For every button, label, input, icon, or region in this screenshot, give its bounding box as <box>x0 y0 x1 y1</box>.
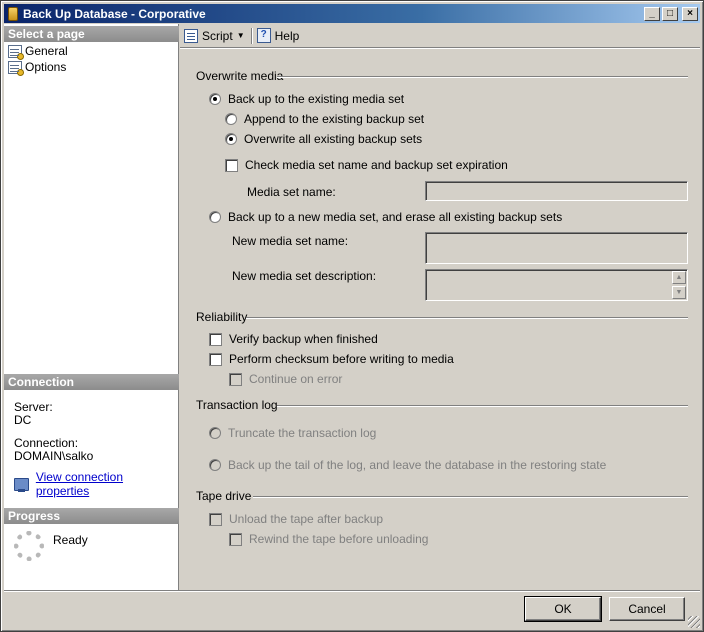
radio-backup-tail-of-log[interactable]: Back up the tail of the log, and leave t… <box>209 458 606 472</box>
new-media-set-name-input[interactable] <box>425 232 688 264</box>
new-media-set-description-label: New media set description: <box>232 269 377 283</box>
group-divider <box>277 405 688 407</box>
new-media-set-name-label: New media set name: <box>232 234 349 248</box>
resize-grip-icon[interactable] <box>688 616 700 628</box>
toolbar-separator <box>250 27 252 44</box>
tape-drive-header: Tape drive <box>196 489 252 503</box>
radio-button-icon[interactable] <box>209 211 221 223</box>
chevron-down-icon[interactable]: ▼ <box>237 31 245 40</box>
media-set-name-label: Media set name: <box>247 185 336 199</box>
checkbox-icon[interactable] <box>225 158 238 172</box>
radio-overwrite-backup-sets[interactable]: Overwrite all existing backup sets <box>225 132 422 146</box>
group-divider <box>246 317 688 319</box>
script-button[interactable]: Script ▼ <box>184 28 245 43</box>
radio-button-icon[interactable] <box>209 93 221 105</box>
radio-label: Append to the existing backup set <box>244 112 425 126</box>
server-label: Server: <box>14 400 53 414</box>
checkbox-continue-on-error[interactable]: Continue on error <box>229 372 342 386</box>
checkbox-icon[interactable] <box>209 332 222 346</box>
group-divider <box>277 76 688 78</box>
radio-label: Overwrite all existing backup sets <box>244 132 423 146</box>
checkbox-check-media-set-name[interactable]: Check media set name and backup set expi… <box>225 158 508 172</box>
page-item-label: General <box>25 44 68 58</box>
radio-label: Back up to the existing media set <box>228 92 405 106</box>
checkbox-label: Verify backup when finished <box>229 332 378 346</box>
scroll-up-icon[interactable]: ▲ <box>672 271 686 284</box>
script-label: Script <box>202 28 233 43</box>
checkbox-icon[interactable] <box>229 532 242 546</box>
radio-button-icon[interactable] <box>209 459 221 471</box>
radio-button-icon[interactable] <box>225 113 237 125</box>
page-settings-icon <box>8 60 24 76</box>
radio-append-backup-set[interactable]: Append to the existing backup set <box>225 112 424 126</box>
new-media-set-description-input[interactable]: ▲ ▼ <box>425 269 688 301</box>
checkbox-rewind-tape[interactable]: Rewind the tape before unloading <box>229 532 428 546</box>
radio-label: Truncate the transaction log <box>228 426 377 440</box>
group-divider <box>253 496 688 498</box>
reliability-header: Reliability <box>196 310 248 324</box>
overwrite-media-header: Overwrite media <box>196 69 284 83</box>
progress-header: Progress <box>4 508 179 524</box>
toolbar: Script ▼ Help <box>180 24 700 48</box>
left-panel: Select a page General Options Connection… <box>4 24 179 590</box>
minimize-button[interactable]: _ <box>644 6 660 21</box>
server-value: DC <box>14 413 32 427</box>
select-page-header: Select a page <box>4 26 179 42</box>
radio-button-icon[interactable] <box>209 427 221 439</box>
script-icon <box>184 28 198 43</box>
help-label: Help <box>274 28 300 43</box>
checkbox-label: Continue on error <box>249 372 343 386</box>
radio-label: Back up to a new media set, and erase al… <box>228 210 563 224</box>
page-item-general[interactable]: General <box>8 43 68 60</box>
maximize-button[interactable]: □ <box>662 6 678 21</box>
checkbox-icon[interactable] <box>209 352 222 366</box>
checkbox-unload-tape[interactable]: Unload the tape after backup <box>209 512 383 526</box>
cancel-button[interactable]: Cancel <box>609 597 685 621</box>
checkbox-label: Unload the tape after backup <box>229 512 384 526</box>
checkbox-label: Check media set name and backup set expi… <box>245 158 508 172</box>
ok-button[interactable]: OK <box>524 596 602 622</box>
checkbox-label: Perform checksum before writing to media <box>229 352 454 366</box>
view-connection-properties-label: View connection properties <box>35 470 124 498</box>
page-item-label: Options <box>25 60 67 74</box>
checkbox-icon[interactable] <box>209 512 222 526</box>
backup-database-dialog: Back Up Database - Corporative _ □ × Sel… <box>0 0 704 632</box>
page-settings-icon <box>8 44 24 60</box>
checkbox-icon[interactable] <box>229 372 242 386</box>
checkbox-perform-checksum[interactable]: Perform checksum before writing to media <box>209 352 454 366</box>
radio-new-media-set[interactable]: Back up to a new media set, and erase al… <box>209 210 562 224</box>
page-item-options[interactable]: Options <box>8 59 67 76</box>
radio-button-icon[interactable] <box>225 133 237 145</box>
help-icon <box>256 28 271 43</box>
progress-spinner-icon <box>14 531 44 561</box>
checkbox-verify-backup[interactable]: Verify backup when finished <box>209 332 378 346</box>
connection-label: Connection: <box>14 436 79 450</box>
database-icon <box>8 6 18 21</box>
transaction-log-header: Transaction log <box>196 398 278 412</box>
footer-divider <box>4 590 700 592</box>
radio-truncate-log[interactable]: Truncate the transaction log <box>209 426 376 440</box>
scrollbar[interactable]: ▲ ▼ <box>672 271 686 299</box>
title-bar[interactable]: Back Up Database - Corporative _ □ × <box>4 4 700 23</box>
connection-properties-icon <box>14 477 29 492</box>
help-button[interactable]: Help <box>256 28 300 43</box>
radio-label: Back up the tail of the log, and leave t… <box>228 458 607 472</box>
connection-header: Connection <box>4 374 179 390</box>
radio-existing-media-set[interactable]: Back up to the existing media set <box>209 92 404 106</box>
window-title: Back Up Database - Corporative <box>23 6 206 21</box>
connection-value: DOMAIN\salko <box>14 449 94 463</box>
close-button[interactable]: × <box>682 6 698 21</box>
checkbox-label: Rewind the tape before unloading <box>249 532 429 546</box>
scroll-down-icon[interactable]: ▼ <box>672 286 686 299</box>
media-set-name-input[interactable] <box>425 181 688 201</box>
progress-status: Ready <box>53 533 88 547</box>
view-connection-properties-link[interactable]: View connection properties <box>14 470 178 498</box>
